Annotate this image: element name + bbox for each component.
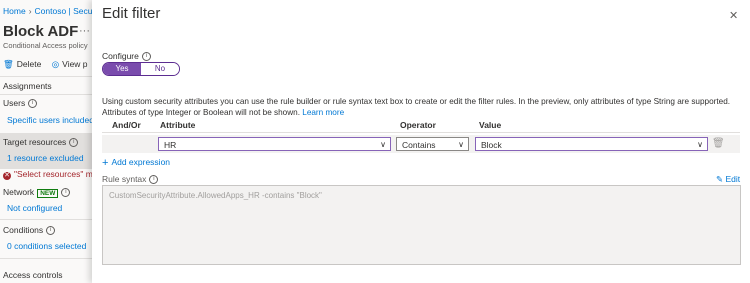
rule-syntax-textbox[interactable]: CustomSecurityAttribute.AllowedApps_HR -… — [102, 185, 741, 265]
toggle-yes[interactable]: Yes — [103, 63, 141, 75]
toggle-no[interactable]: No — [141, 63, 179, 75]
learn-more-link[interactable]: Learn more — [302, 108, 344, 117]
panel-title: Edit filter — [102, 5, 161, 22]
toolbar: 🗑 Delete ◎ View p — [3, 59, 88, 70]
delete-button[interactable]: 🗑 Delete — [3, 59, 41, 69]
close-icon[interactable]: ✕ — [729, 9, 738, 22]
breadcrumb-contoso[interactable]: Contoso | Secu — [35, 6, 92, 16]
divider — [102, 132, 740, 133]
configure-label: Configure i — [102, 51, 151, 62]
column-value: Value — [479, 120, 502, 130]
network-link[interactable]: Not configured — [7, 203, 62, 213]
divider — [0, 258, 92, 259]
view-label: View p — [62, 59, 88, 69]
users-link[interactable]: Specific users included — [7, 115, 92, 125]
target-resources-link[interactable]: 1 resource excluded — [7, 153, 84, 163]
trash-icon: 🗑 — [3, 59, 14, 69]
more-icon[interactable]: ··· — [79, 25, 90, 37]
column-operator: Operator — [400, 120, 436, 130]
policy-title: Block ADF — [3, 23, 79, 40]
divider — [0, 219, 92, 220]
description: Using custom security attributes you can… — [102, 97, 731, 117]
delete-label: Delete — [16, 59, 42, 69]
chevron-down-icon: ∨ — [380, 140, 386, 149]
column-andor: And/Or — [112, 120, 141, 130]
conditions-label: Conditions i — [3, 225, 56, 236]
info-icon[interactable]: i — [141, 52, 151, 62]
value-dropdown[interactable]: Block ∨ — [475, 137, 708, 151]
info-icon[interactable]: i — [69, 138, 79, 148]
rule-syntax-label: Rule syntax i — [102, 174, 159, 185]
chevron-down-icon: ∨ — [458, 140, 464, 149]
delete-expression-icon[interactable]: 🗑 — [712, 138, 725, 149]
network-label: Network NEW i — [3, 187, 71, 198]
breadcrumb-home[interactable]: Home — [3, 6, 26, 16]
view-button[interactable]: ◎ View p — [52, 59, 88, 69]
chevron-down-icon: ∨ — [697, 140, 703, 149]
info-icon[interactable]: i — [28, 99, 38, 109]
attribute-dropdown[interactable]: HR ∨ — [158, 137, 391, 151]
value-value: Block — [481, 140, 502, 150]
plus-icon: + — [102, 157, 109, 169]
error-icon: ✕ — [3, 172, 11, 180]
edit-button[interactable]: ✎ Edit — [716, 174, 740, 185]
chevron-right-icon: › — [28, 6, 32, 16]
breadcrumb: Home › Contoso | Secu — [3, 6, 92, 16]
operator-value: Contains — [402, 140, 436, 150]
conditions-link[interactable]: 0 conditions selected — [7, 241, 86, 251]
policy-subtitle: Conditional Access policy — [3, 41, 88, 50]
policy-blade: Home › Contoso | Secu Block ADF ··· Condit… — [0, 0, 92, 283]
info-icon[interactable]: i — [149, 175, 159, 185]
info-icon[interactable]: i — [46, 226, 56, 236]
column-attribute: Attribute — [160, 120, 196, 130]
assignments-heading: Assignments — [3, 81, 52, 91]
attribute-value: HR — [164, 140, 177, 150]
operator-dropdown[interactable]: Contains ∨ — [396, 137, 469, 151]
eye-icon: ◎ — [51, 59, 60, 69]
error-message: ✕"Select resources" mus — [3, 169, 92, 180]
access-controls-heading: Access controls — [3, 270, 63, 280]
divider — [0, 94, 92, 95]
new-badge: NEW — [37, 189, 59, 198]
pencil-icon: ✎ — [716, 174, 724, 184]
info-icon[interactable]: i — [61, 188, 71, 198]
target-resources-label: Target resources i — [3, 137, 79, 148]
configure-toggle[interactable]: Yes No — [102, 62, 180, 76]
divider — [0, 76, 92, 77]
users-label: Users i — [3, 98, 38, 109]
add-expression-button[interactable]: + Add expression — [102, 157, 170, 169]
edit-filter-panel: Edit filter ✕ Configure i Yes No Using cu… — [92, 0, 750, 283]
